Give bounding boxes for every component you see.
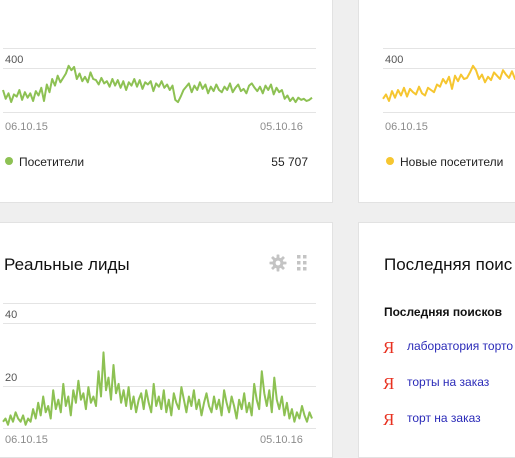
yandex-icon: Я (383, 374, 395, 393)
visitors-chart (2, 64, 313, 104)
last-search-widget: Последняя поис Последняя поисков Я лабор… (358, 222, 515, 458)
leads-title: Реальные лиды (4, 255, 130, 274)
new-visitors-date-start: 06.10.15 (385, 121, 428, 133)
leads-date-start: 06.10.15 (5, 434, 48, 446)
new-visitors-widget: 400 06.10.15 Новые посетители (358, 0, 515, 203)
new-visitors-chart (382, 64, 515, 102)
visitors-date-start: 06.10.15 (5, 121, 48, 133)
new-visitors-legend-label: Новые посетители (400, 155, 504, 169)
leads-gridline-top (3, 303, 316, 304)
drag-handle-icon[interactable] (297, 255, 307, 271)
leads-date-end: 05.10.16 (260, 434, 303, 446)
yandex-icon: Я (383, 338, 395, 357)
search-title: Последняя поис (384, 255, 513, 274)
series-line-0 (382, 64, 515, 102)
search-subtitle: Последняя поисков (384, 305, 502, 319)
visitors-widget: 400 06.10.15 05.10.16 Посетители 55 707 (0, 0, 333, 203)
leads-widget: Реальные лиды 40 20 06.10.15 05.10.16 (0, 222, 333, 458)
yandex-icon: Я (383, 410, 395, 429)
leads-chart (2, 351, 313, 426)
gear-icon[interactable] (269, 254, 287, 272)
visitors-legend-value: 55 707 (271, 155, 308, 169)
series-line-0 (2, 64, 313, 104)
leads-y-tick-40: 40 (5, 309, 18, 321)
search-query-link[interactable]: лаборатория торто (407, 340, 513, 352)
visitors-date-end: 05.10.16 (260, 121, 303, 133)
search-query-link[interactable]: торт на заказ (407, 412, 481, 424)
visitors-legend-label: Посетители (19, 155, 85, 169)
visitors-legend-dot (5, 157, 13, 165)
search-query-link[interactable]: торты на заказ (407, 376, 489, 388)
series-line-0 (2, 351, 313, 426)
new-visitors-legend-dot (386, 157, 394, 165)
leads-baseline (3, 428, 316, 429)
